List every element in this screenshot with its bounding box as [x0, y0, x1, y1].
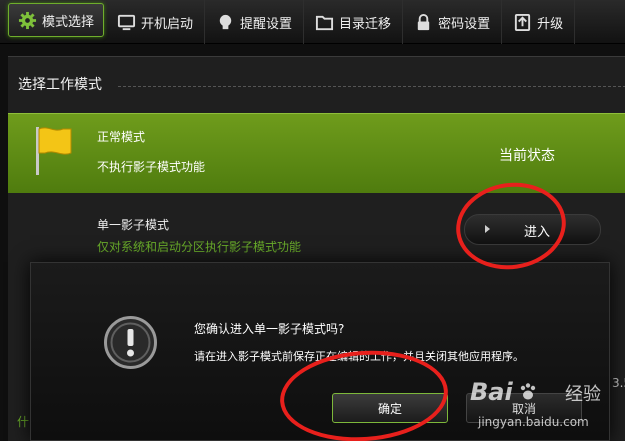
flag-icon: [36, 127, 72, 175]
watermark-logo-text: Bai: [470, 378, 513, 406]
dialog-question: 您确认进入单一影子模式吗?: [194, 322, 345, 336]
upgrade-icon: [514, 13, 531, 31]
exclamation-icon: [104, 316, 157, 369]
baidu-jingyan-watermark: Bai 经验 jingyan.baidu.com: [470, 378, 620, 438]
folder-icon: [315, 15, 334, 30]
tab-label: 目录迁移: [339, 16, 392, 32]
mode-name: 正常模式: [97, 130, 146, 144]
current-status-label: 当前状态: [499, 148, 555, 164]
tab-reminder[interactable]: 提醒设置: [205, 0, 305, 44]
tab-directory-migration[interactable]: 目录迁移: [304, 0, 404, 44]
watermark-url: jingyan.baidu.com: [478, 415, 589, 429]
tab-label: 模式选择: [42, 14, 95, 30]
tab-startup[interactable]: 开机启动: [106, 0, 206, 44]
tab-mode-select[interactable]: 模式选择: [8, 3, 105, 37]
monitor-icon: [117, 14, 136, 30]
mode-name-single-shadow: 单一影子模式: [97, 218, 170, 232]
mode-description: 不执行影子模式功能: [97, 160, 206, 174]
lock-icon: [417, 13, 430, 30]
tab-label: 密码设置: [438, 16, 491, 32]
bulb-icon: [219, 14, 232, 29]
page-title: 选择工作模式: [18, 77, 102, 93]
top-tab-bar: 模式选择 开机启动 提醒设置 目录迁移 密码设置 升级: [0, 0, 625, 44]
tab-label: 开机启动: [141, 16, 194, 32]
mode-description-single-shadow: 仅对系统和启动分区执行影子模式功能: [97, 240, 302, 254]
watermark-jingyan: 经验: [565, 384, 601, 405]
tab-label: 升级: [537, 16, 564, 32]
tab-upgrade[interactable]: 升级: [502, 0, 576, 44]
gear-icon: [18, 11, 37, 29]
partial-text: 什: [17, 415, 30, 429]
paw-icon: [520, 383, 536, 400]
title-divider: [118, 86, 625, 87]
tab-label: 提醒设置: [240, 16, 293, 32]
mode-option-normal[interactable]: 正常模式 不执行影子模式功能 当前状态: [8, 113, 625, 193]
tab-password[interactable]: 密码设置: [403, 0, 503, 44]
